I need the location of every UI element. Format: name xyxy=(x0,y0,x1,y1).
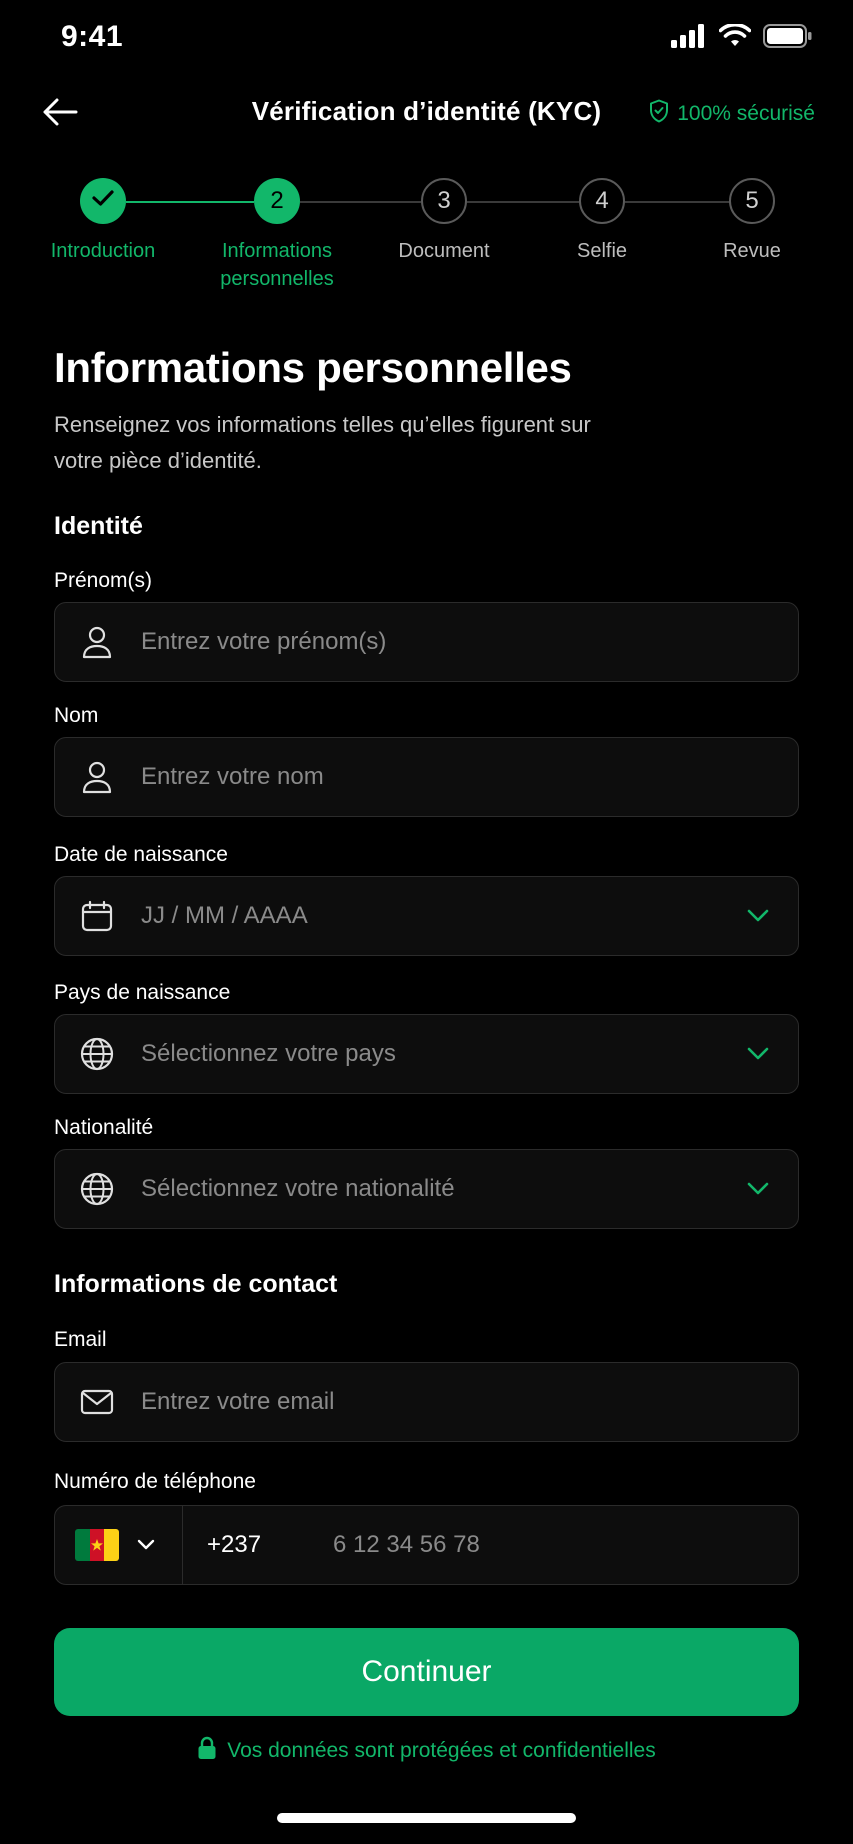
header: Vérification d’identité (KYC) 100% sécur… xyxy=(0,86,853,142)
step-3-label: Document xyxy=(398,240,490,262)
last-name-field[interactable]: Entrez votre nom xyxy=(54,737,799,817)
privacy-notice: Vos données sont protégées et confidenti… xyxy=(0,1736,853,1766)
cameroon-flag-icon xyxy=(75,1529,119,1561)
step-4-label: Selfie xyxy=(576,240,628,262)
secure-badge: 100% sécurisé xyxy=(649,99,815,129)
step-selfie: 4 Selfie xyxy=(522,178,682,265)
page-subtitle: Renseignez vos informations telles qu’el… xyxy=(54,412,591,473)
checkmark-icon xyxy=(91,187,115,215)
continue-button[interactable]: Continuer xyxy=(54,1628,799,1716)
battery-icon xyxy=(763,24,813,53)
phone-label: Numéro de téléphone xyxy=(54,1470,256,1493)
last-name-placeholder: Entrez votre nom xyxy=(141,763,324,790)
step-3-circle: 3 xyxy=(421,178,467,224)
privacy-text: Vos données sont protégées et confidenti… xyxy=(227,1739,656,1762)
user-icon xyxy=(77,757,117,797)
mail-icon xyxy=(77,1382,117,1422)
chevron-down-icon xyxy=(744,902,772,930)
birth-country-label: Pays de naissance xyxy=(54,981,231,1004)
first-name-field[interactable]: Entrez votre prénom(s) xyxy=(54,602,799,682)
status-bar: 9:41 xyxy=(0,0,853,76)
birth-date-field[interactable]: JJ / MM / AAAA xyxy=(54,876,799,956)
page-title: Informations personnelles xyxy=(54,344,572,391)
phone-placeholder: 6 12 34 56 78 xyxy=(333,1531,480,1558)
step-4-circle: 4 xyxy=(579,178,625,224)
step-personal-info: 2 Informations personnelles xyxy=(197,178,357,293)
secure-label: 100% sécurisé xyxy=(677,102,815,125)
chevron-down-icon xyxy=(137,1539,155,1551)
step-1-circle xyxy=(80,178,126,224)
calendar-icon xyxy=(77,896,117,936)
step-2-circle: 2 xyxy=(254,178,300,224)
lock-icon xyxy=(197,1736,217,1766)
kyc-screen: 9:41 Vérification d’identité (KYC) 100% … xyxy=(0,0,853,1844)
step-introduction: Introduction xyxy=(23,178,183,265)
signal-icon xyxy=(671,24,707,53)
phone-number-field[interactable]: +237 6 12 34 56 78 xyxy=(182,1505,799,1585)
globe-icon xyxy=(77,1169,117,1209)
step-2-label: Informations personnelles xyxy=(220,240,334,290)
first-name-label: Prénom(s) xyxy=(54,569,153,592)
birth-country-select[interactable]: Sélectionnez votre pays xyxy=(54,1014,799,1094)
nationality-label: Nationalité xyxy=(54,1116,154,1139)
birth-date-placeholder: JJ / MM / AAAA xyxy=(141,902,308,929)
dial-code: +237 xyxy=(207,1531,262,1558)
chevron-down-icon xyxy=(744,1175,772,1203)
birth-date-label: Date de naissance xyxy=(54,843,228,866)
nationality-placeholder: Sélectionnez votre nationalité xyxy=(141,1175,455,1202)
step-review: 5 Revue xyxy=(672,178,832,265)
shield-check-icon xyxy=(649,99,669,129)
chevron-down-icon xyxy=(744,1040,772,1068)
email-field[interactable]: Entrez votre email xyxy=(54,1362,799,1442)
status-time: 9:41 xyxy=(61,20,124,53)
globe-icon xyxy=(77,1034,117,1074)
email-label: Email xyxy=(54,1328,107,1351)
home-indicator[interactable] xyxy=(277,1813,576,1823)
last-name-label: Nom xyxy=(54,704,99,727)
identity-section-title: Identité xyxy=(54,512,143,540)
wifi-icon xyxy=(718,22,752,53)
nationality-select[interactable]: Sélectionnez votre nationalité xyxy=(54,1149,799,1229)
phone-input-group: +237 6 12 34 56 78 xyxy=(54,1505,799,1585)
country-code-selector[interactable] xyxy=(54,1505,182,1585)
step-document: 3 Document xyxy=(364,178,524,265)
birth-country-placeholder: Sélectionnez votre pays xyxy=(141,1040,396,1067)
email-placeholder: Entrez votre email xyxy=(141,1388,335,1415)
user-icon xyxy=(77,622,117,662)
step-1-label: Introduction xyxy=(50,240,156,262)
progress-stepper: Introduction 2 Informations personnelles… xyxy=(0,178,853,298)
first-name-placeholder: Entrez votre prénom(s) xyxy=(141,628,387,655)
contact-section-title: Informations de contact xyxy=(54,1270,338,1298)
step-5-circle: 5 xyxy=(729,178,775,224)
status-icons xyxy=(671,22,813,53)
step-5-label: Revue xyxy=(723,240,781,262)
